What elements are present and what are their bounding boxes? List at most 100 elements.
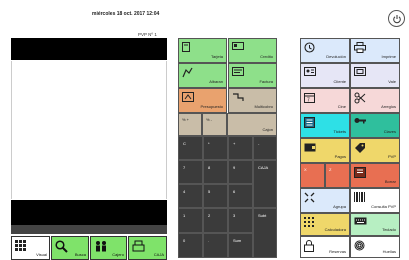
key-sum[interactable]: Sum	[228, 233, 253, 258]
voucher-icon	[354, 67, 366, 77]
key-0[interactable]: 0	[178, 233, 203, 258]
claves-label: Claves	[383, 129, 396, 134]
key-icon	[354, 117, 367, 125]
multi-payment-icon	[232, 92, 244, 103]
visual-label: Visual	[36, 252, 47, 257]
visual-button[interactable]: Visual	[11, 236, 50, 260]
key-minus[interactable]: -	[253, 136, 277, 160]
wallet-icon	[304, 142, 316, 153]
key-8[interactable]: 8	[203, 160, 228, 184]
printer-icon	[354, 42, 366, 54]
key-7[interactable]: 7	[178, 160, 203, 184]
teclado-button[interactable]: Teclado	[350, 213, 400, 236]
cliente-button[interactable]: Cliente	[300, 63, 350, 88]
key-4[interactable]: 4	[178, 184, 203, 208]
register-icon	[132, 240, 145, 253]
cliente-label: Cliente	[333, 79, 346, 84]
imprime-button[interactable]: Imprime	[350, 38, 400, 63]
pagos-label: Pagos	[334, 154, 346, 159]
key-multiply[interactable]: *	[203, 136, 228, 160]
key-3-label: 3	[233, 213, 236, 218]
key-3[interactable]: 3	[228, 208, 253, 233]
factura-button[interactable]: Factura	[228, 63, 277, 88]
key-subt-label: Subt	[258, 213, 267, 218]
key-7-label: 7	[183, 165, 186, 170]
keyboard-icon	[354, 217, 367, 226]
key-9[interactable]: 9	[228, 160, 253, 184]
tickets-label: Tickets	[333, 129, 346, 134]
multicobro-button[interactable]: Multicobro	[228, 88, 277, 113]
tickets-button[interactable]: Tickets	[300, 113, 350, 138]
z-report-label: Z	[329, 167, 332, 172]
estimate-icon	[182, 92, 194, 103]
key-5[interactable]: 5	[203, 184, 228, 208]
tarjeta-button[interactable]: Tarjeta	[178, 38, 227, 63]
percent-plus-button[interactable]: % +	[178, 113, 202, 136]
z-report-button[interactable]: Z	[325, 163, 350, 188]
reservas-button[interactable]: Reservas	[300, 236, 350, 258]
cine-label: Cine	[337, 104, 346, 109]
calculadora-button[interactable]: Calculadora	[300, 213, 350, 236]
cajon-button[interactable]: Cajon	[227, 113, 277, 136]
svg-text:7: 7	[307, 98, 310, 104]
key-subt[interactable]: Subt	[253, 208, 277, 258]
key-6-label: 6	[233, 189, 236, 194]
reservas-label: Reservas	[329, 249, 346, 254]
consulta-pvp-button[interactable]: Consulta PVP	[350, 188, 400, 213]
group-icon	[304, 192, 315, 204]
credito-button[interactable]: Credito	[228, 38, 277, 63]
busca-button[interactable]: Busca	[51, 236, 89, 260]
card-icon	[182, 42, 190, 53]
percent-minus-label: % -	[206, 117, 212, 122]
calendar-icon: 7	[304, 92, 315, 104]
ticket-list[interactable]	[11, 61, 167, 199]
huellas-label: Huellas	[382, 249, 396, 254]
pagos-button[interactable]: Pagos	[300, 138, 350, 163]
fingerprint-icon	[354, 240, 365, 252]
credit-icon	[232, 42, 244, 51]
key-9-label: 9	[233, 165, 236, 170]
key-plus[interactable]: +	[228, 136, 253, 160]
tarjeta-label: Tarjeta	[210, 54, 223, 59]
cine-button[interactable]: 7 Cine	[300, 88, 350, 113]
albaran-button[interactable]: Albaran	[178, 63, 227, 88]
pvp-button[interactable]: PVP	[350, 138, 400, 163]
busca-label: Busca	[74, 252, 86, 257]
arreglos-button[interactable]: Arreglos	[350, 88, 400, 113]
claves-button[interactable]: Claves	[350, 113, 400, 138]
caja-button[interactable]: CAJA	[128, 236, 167, 260]
key-1-label: 1	[183, 213, 186, 218]
key-multiply-label: *	[208, 141, 210, 146]
key-caja[interactable]: CAJA	[253, 160, 277, 208]
huellas-button[interactable]: Huellas	[350, 236, 400, 258]
key-c[interactable]: C	[178, 136, 203, 160]
client-icon	[304, 67, 316, 77]
vale-button[interactable]: Vale	[350, 63, 400, 88]
key-1[interactable]: 1	[178, 208, 203, 233]
key-dot[interactable]: .	[203, 233, 228, 258]
lock-icon	[304, 240, 314, 253]
borrar-button[interactable]: Borrar	[350, 163, 400, 188]
key-8-label: 8	[208, 165, 211, 170]
grid-icon	[15, 240, 27, 253]
key-c-label: C	[183, 141, 186, 146]
teclado-label: Teclado	[382, 227, 396, 232]
x-report-button[interactable]: X	[300, 163, 325, 188]
price-display	[11, 38, 167, 60]
percent-minus-button[interactable]: % -	[202, 113, 227, 136]
devolucion-button[interactable]: Devolución	[300, 38, 350, 63]
pvp-label: PVP	[387, 154, 396, 159]
caja-label: CAJA	[153, 252, 164, 257]
key-0-label: 0	[183, 238, 186, 243]
key-2-label: 2	[208, 213, 211, 218]
key-2[interactable]: 2	[203, 208, 228, 233]
power-icon[interactable]	[388, 10, 405, 27]
cajero-label: Cajero	[112, 252, 124, 257]
scissors-icon	[354, 92, 366, 105]
agrupa-button[interactable]: Agrupa	[300, 188, 350, 213]
tickets-icon	[304, 117, 315, 129]
cajero-button[interactable]: Cajero	[90, 236, 127, 260]
key-6[interactable]: 6	[228, 184, 253, 208]
tag-icon	[354, 142, 366, 155]
presupuesto-button[interactable]: Presupuesto	[178, 88, 227, 113]
